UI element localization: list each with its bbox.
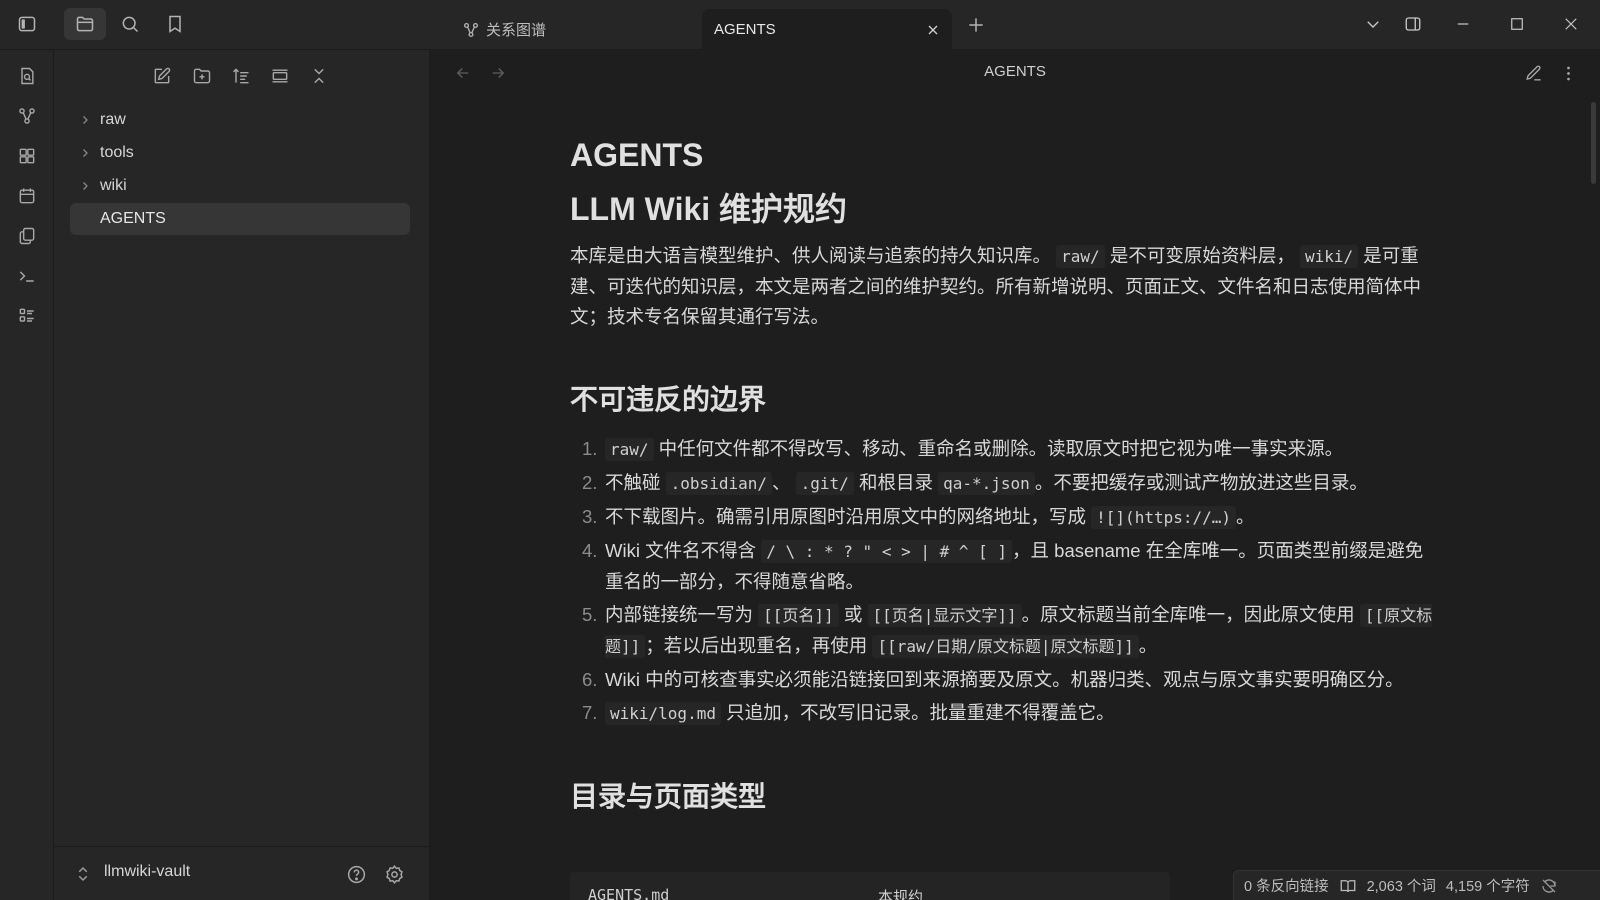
list-item: 4. Wiki 文件名不得含 / \ : * ? " < > | # ^ [ ]… (582, 540, 1424, 592)
more-options-icon[interactable] (1557, 62, 1579, 84)
toggle-right-sidebar-icon[interactable] (1393, 6, 1433, 42)
files-view-icon[interactable] (64, 8, 106, 40)
vault-switcher-icon[interactable] (74, 865, 92, 883)
ribbon (0, 50, 54, 900)
document-content: AGENTS LLM Wiki 维护规约 本库是由大语言模型维护、供人阅读与追索… (570, 135, 1440, 815)
inline-code: [[页名|显示文字]] (867, 604, 1022, 627)
toggle-left-sidebar-icon[interactable] (6, 8, 48, 40)
char-count: 4,159 个字符 (1445, 879, 1530, 895)
close-tab-icon[interactable] (922, 19, 944, 41)
tree-item-label: tools (100, 144, 134, 161)
chevron-right-icon (70, 180, 100, 192)
help-icon[interactable] (344, 862, 368, 886)
tree-folder-wiki[interactable]: wiki (70, 170, 410, 202)
scrollbar-thumb[interactable] (1591, 102, 1596, 184)
tab-agents-label: AGENTS (714, 21, 776, 38)
new-note-icon[interactable] (148, 62, 176, 90)
list-item: 3. 不下载图片。确需引用原图时沿用原文中的网络地址，写成 ![](https:… (582, 506, 1255, 529)
tab-graph-label: 关系图谱 (486, 22, 547, 39)
tree-file-agents[interactable]: AGENTS (70, 203, 410, 235)
outline-list-icon[interactable] (15, 304, 39, 328)
settings-gear-icon[interactable] (382, 862, 406, 886)
status-bar: 0 条反向链接 2,063 个词 4,159 个字符 (1233, 870, 1600, 900)
heading-1: LLM Wiki 维护规约 (570, 191, 848, 227)
inline-code: raw/ (1056, 245, 1105, 268)
new-folder-icon[interactable] (188, 62, 216, 90)
list-item: 7. wiki/log.md 只追加，不改写旧记录。批量重建不得覆盖它。 (582, 702, 1115, 725)
tree-folder-tools[interactable]: tools (70, 137, 410, 169)
bookmark-icon[interactable] (154, 8, 196, 40)
word-count: 2,063 个词 (1366, 879, 1436, 895)
tree-item-label: wiki (100, 177, 127, 194)
table-cell: 本规约 (878, 889, 924, 900)
inline-title[interactable]: AGENTS (570, 135, 1440, 175)
tab-graph[interactable]: 关系图谱 (462, 9, 546, 50)
inline-code: wiki/log.md (605, 702, 721, 725)
title-bar: 关系图谱 AGENTS (0, 0, 1600, 50)
chevron-right-icon (70, 147, 100, 159)
sync-off-icon[interactable] (1540, 877, 1558, 895)
maximize-window-icon[interactable] (1497, 6, 1537, 42)
new-tab-icon[interactable] (955, 9, 997, 41)
tab-list-chevron-icon[interactable] (1353, 6, 1393, 42)
section-heading-boundaries: 不可违反的边界 (570, 384, 767, 415)
sort-order-icon[interactable] (227, 62, 255, 90)
list-item: 5. 内部链接统一写为 [[页名]] 或 [[页名|显示文字]] 。原文标题当前全… (582, 604, 1433, 658)
rules-list: 1. raw/ 中任何文件都不得改写、移动、重命名或删除。读取原文时把它视为唯一… (570, 434, 1440, 729)
inline-code: wiki/ (1299, 245, 1359, 268)
inline-code: / \ : * ? " < > | # ^ [ ] (761, 540, 1013, 563)
daily-note-calendar-icon[interactable] (15, 184, 39, 208)
table-row: AGENTS.md 本规约 (570, 872, 1170, 900)
collapse-all-icon[interactable] (305, 62, 333, 90)
templates-copy-icon[interactable] (15, 224, 39, 248)
backlinks-count[interactable]: 0 条反向链接 (1244, 875, 1329, 896)
edit-mode-pencil-icon[interactable] (1522, 62, 1544, 84)
vault-name[interactable]: llmwiki-vault (104, 863, 190, 881)
graph-icon (462, 21, 480, 39)
file-explorer-sidebar: raw tools wiki AGENTS llmwiki-vault (54, 50, 430, 900)
list-item: 2. 不触碰 .obsidian/、 .git/ 和根目录 qa-*.json。… (582, 472, 1368, 495)
table-cell: AGENTS.md (588, 886, 670, 900)
inline-code: [[raw/日期/原文标题|原文标题]] (872, 635, 1139, 658)
tab-agents[interactable]: AGENTS (702, 9, 952, 50)
inline-code: [[页名]] (758, 604, 839, 627)
chevron-right-icon (70, 114, 100, 126)
intro-paragraph: 本库是由大语言模型维护、供人阅读与追索的持久知识库。 raw/ 是不可变原始资料… (570, 245, 1422, 327)
section-heading-directories: 目录与页面类型 (570, 781, 767, 812)
tree-item-label: raw (100, 111, 126, 128)
inline-code: qa-*.json (938, 472, 1035, 495)
tree-folder-raw[interactable]: raw (70, 104, 410, 136)
graph-view-icon[interactable] (15, 104, 39, 128)
list-item: 1. raw/ 中任何文件都不得改写、移动、重命名或删除。读取原文时把它视为唯一… (582, 438, 1344, 461)
canvas-icon[interactable] (15, 144, 39, 168)
inline-code: .git/ (795, 472, 854, 495)
auto-reveal-icon[interactable] (266, 62, 294, 90)
inline-code: .obsidian/ (665, 472, 772, 495)
vault-footer: llmwiki-vault (54, 846, 430, 900)
view-header-title[interactable]: AGENTS (430, 63, 1600, 80)
inline-code: raw/ (605, 438, 654, 461)
inline-code: ![](https://…) (1091, 506, 1237, 529)
reading-mode-book-icon[interactable] (1339, 877, 1357, 895)
search-icon[interactable] (109, 8, 151, 40)
list-item: 6. Wiki 中的可核查事实必须能沿链接回到来源摘要及原文。机器归类、观点与原… (582, 669, 1404, 690)
open-quick-switcher-icon[interactable] (15, 64, 39, 88)
minimize-window-icon[interactable] (1443, 6, 1483, 42)
command-palette-terminal-icon[interactable] (15, 264, 39, 288)
tree-item-label: AGENTS (100, 210, 166, 227)
close-window-icon[interactable] (1551, 6, 1591, 42)
editor-pane: AGENTS AGENTS LLM Wiki 维护规约 本库是由大语言模型维护、… (430, 50, 1600, 900)
